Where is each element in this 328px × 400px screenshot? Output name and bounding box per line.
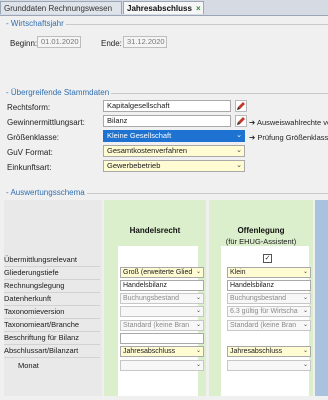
chevron-down-icon[interactable]: ⌄ <box>301 321 310 330</box>
hr-datenherkunft-select[interactable]: Buchungsbestand ⌄ <box>120 293 204 304</box>
edit-rechtsform-pencil-icon[interactable] <box>235 100 247 112</box>
tab-bar: Grunddaten Rechnungswesen Jahresabschlus… <box>0 0 328 16</box>
fiscal-year-group-title: - Wirtschaftsjahr <box>4 19 66 28</box>
groessenklasse-select[interactable]: Kleine Gesellschaft ⌄ <box>103 130 245 142</box>
hr-rechnungslegung-field[interactable]: Handelsbilanz <box>120 280 204 291</box>
offenlegung-header: Offenlegung <box>237 226 285 235</box>
begin-label: Beginn: <box>10 39 38 48</box>
row-label-beschriftung: Beschriftung für Bilanz <box>4 332 100 345</box>
off-abschlussart-value: Jahresabschluss <box>230 348 283 355</box>
off-taxonomieart-select[interactable]: Standard (keine Bran ⌄ <box>227 320 311 331</box>
tab-jahresabschluss[interactable]: Jahresabschluss × <box>123 1 204 14</box>
end-date-field[interactable]: 31.12.2020 <box>123 36 167 48</box>
guv-format-value: Gesamtkostenverfahren <box>107 146 188 155</box>
hr-beschriftung-field[interactable] <box>120 333 204 344</box>
begin-date-field[interactable]: 01.01.2020 <box>37 36 81 48</box>
uebermittlungsrelevant-checkbox[interactable]: ✓ <box>263 254 272 263</box>
off-gliederungstiefe-select[interactable]: Klein ⌄ <box>227 267 311 278</box>
end-label: Ende: <box>101 39 122 48</box>
edit-gewinnermittlung-pencil-icon[interactable] <box>235 115 247 127</box>
chevron-down-icon[interactable]: ⌄ <box>194 361 203 370</box>
ausweiswahlrechte-link[interactable]: ➔ Ausweiswahlrechte ver <box>249 118 328 127</box>
row-label-taxonomieart: Taxonomieart/Branche <box>4 319 100 332</box>
einkunftsart-label: Einkunftsart: <box>7 163 52 172</box>
tab-jahresabschluss-label: Jahresabschluss <box>127 4 192 13</box>
tab-grunddaten[interactable]: Grunddaten Rechnungswesen <box>0 1 122 14</box>
hr-taxonomieversion-select[interactable]: ⌄ <box>120 306 204 317</box>
einkunftsart-value: Gewerbebetrieb <box>107 161 161 170</box>
chevron-down-icon[interactable]: ⌄ <box>194 347 203 356</box>
row-label-uebermittlungsrelevant: Übermittlungsrelevant <box>4 254 100 267</box>
hr-taxonomieart-value: Standard (keine Bran <box>123 322 190 329</box>
row-label-taxonomieversion: Taxonomieversion <box>4 306 100 319</box>
off-datenherkunft-value: Buchungsbestand <box>230 295 287 302</box>
chevron-down-icon[interactable]: ⌄ <box>234 146 244 156</box>
schema-group-title: - Auswertungsschema <box>4 188 87 197</box>
chevron-down-icon[interactable]: ⌄ <box>194 294 203 303</box>
hr-gliederungstiefe-value: Groß (erweiterte Glied <box>123 269 193 276</box>
chevron-down-icon[interactable]: ⌄ <box>234 161 244 171</box>
hr-datenherkunft-value: Buchungsbestand <box>123 295 180 302</box>
next-column-edge <box>315 200 328 396</box>
off-gliederungstiefe-value: Klein <box>230 269 246 276</box>
row-label-monat: Monat <box>18 361 39 370</box>
groessenklasse-label: Größenklasse: <box>7 133 60 142</box>
einkunftsart-select[interactable]: Gewerbebetrieb ⌄ <box>103 160 245 172</box>
chevron-down-icon[interactable]: ⌄ <box>301 268 310 277</box>
chevron-down-icon[interactable]: ⌄ <box>194 321 203 330</box>
chevron-down-icon[interactable]: ⌄ <box>194 307 203 316</box>
guv-format-select[interactable]: Gesamtkostenverfahren ⌄ <box>103 145 245 157</box>
chevron-down-icon[interactable]: ⌄ <box>301 294 310 303</box>
handelsrecht-header: Handelsrecht <box>129 226 181 235</box>
close-tab-icon[interactable]: × <box>196 4 201 13</box>
off-taxonomieversion-select[interactable]: 6.3 gültig für Wirtscha ⌄ <box>227 306 311 317</box>
off-rechnungslegung-field[interactable]: Handelsbilanz <box>227 280 311 291</box>
offenlegung-subtitle: (für EHUG-Assistent) <box>225 237 297 246</box>
hr-taxonomieart-select[interactable]: Standard (keine Bran ⌄ <box>120 320 204 331</box>
hr-abschlussart-select[interactable]: Jahresabschluss ⌄ <box>120 346 204 357</box>
chevron-down-icon[interactable]: ⌄ <box>234 131 244 141</box>
master-data-group-title: - Übergreifende Stammdaten <box>4 88 112 97</box>
rechtsform-field[interactable]: Kapitalgesellschaft <box>103 100 231 112</box>
hr-monat-select[interactable]: ⌄ <box>120 360 204 371</box>
rechtsform-label: Rechtsform: <box>7 103 51 112</box>
chevron-down-icon[interactable]: ⌄ <box>301 361 310 370</box>
chevron-down-icon[interactable]: ⌄ <box>194 268 203 277</box>
hr-abschlussart-value: Jahresabschluss <box>123 348 176 355</box>
row-label-rechnungslegung: Rechnungslegung <box>4 280 100 293</box>
row-label-abschlussart: Abschlussart/Bilanzart <box>4 345 100 358</box>
guv-format-label: GuV Format: <box>7 148 53 157</box>
chevron-down-icon[interactable]: ⌄ <box>301 347 310 356</box>
hr-gliederungstiefe-select[interactable]: Groß (erweiterte Glied ⌄ <box>120 267 204 278</box>
tab-grunddaten-label: Grunddaten Rechnungswesen <box>4 4 113 13</box>
gewinnermittlung-field[interactable]: Bilanz <box>103 115 231 127</box>
arrow-right-icon: ➔ <box>249 118 257 127</box>
chevron-down-icon[interactable]: ⌄ <box>301 307 310 316</box>
off-abschlussart-select[interactable]: Jahresabschluss ⌄ <box>227 346 311 357</box>
off-taxonomieversion-value: 6.3 gültig für Wirtscha <box>230 308 298 315</box>
off-monat-select[interactable]: ⌄ <box>227 360 311 371</box>
off-taxonomieart-value: Standard (keine Bran <box>230 322 297 329</box>
checkmark-icon: ✓ <box>264 255 271 262</box>
off-datenherkunft-select[interactable]: Buchungsbestand ⌄ <box>227 293 311 304</box>
gewinnermittlung-label: Gewinnermittlungsart: <box>7 118 85 127</box>
row-label-datenherkunft: Datenherkunft <box>4 293 100 306</box>
row-label-gliederungstiefe: Gliederungstiefe <box>4 267 100 280</box>
pruefung-groessenklasse-link[interactable]: ➔ Prüfung Größenklasse: <box>249 133 328 142</box>
groessenklasse-value: Kleine Gesellschaft <box>107 131 172 140</box>
